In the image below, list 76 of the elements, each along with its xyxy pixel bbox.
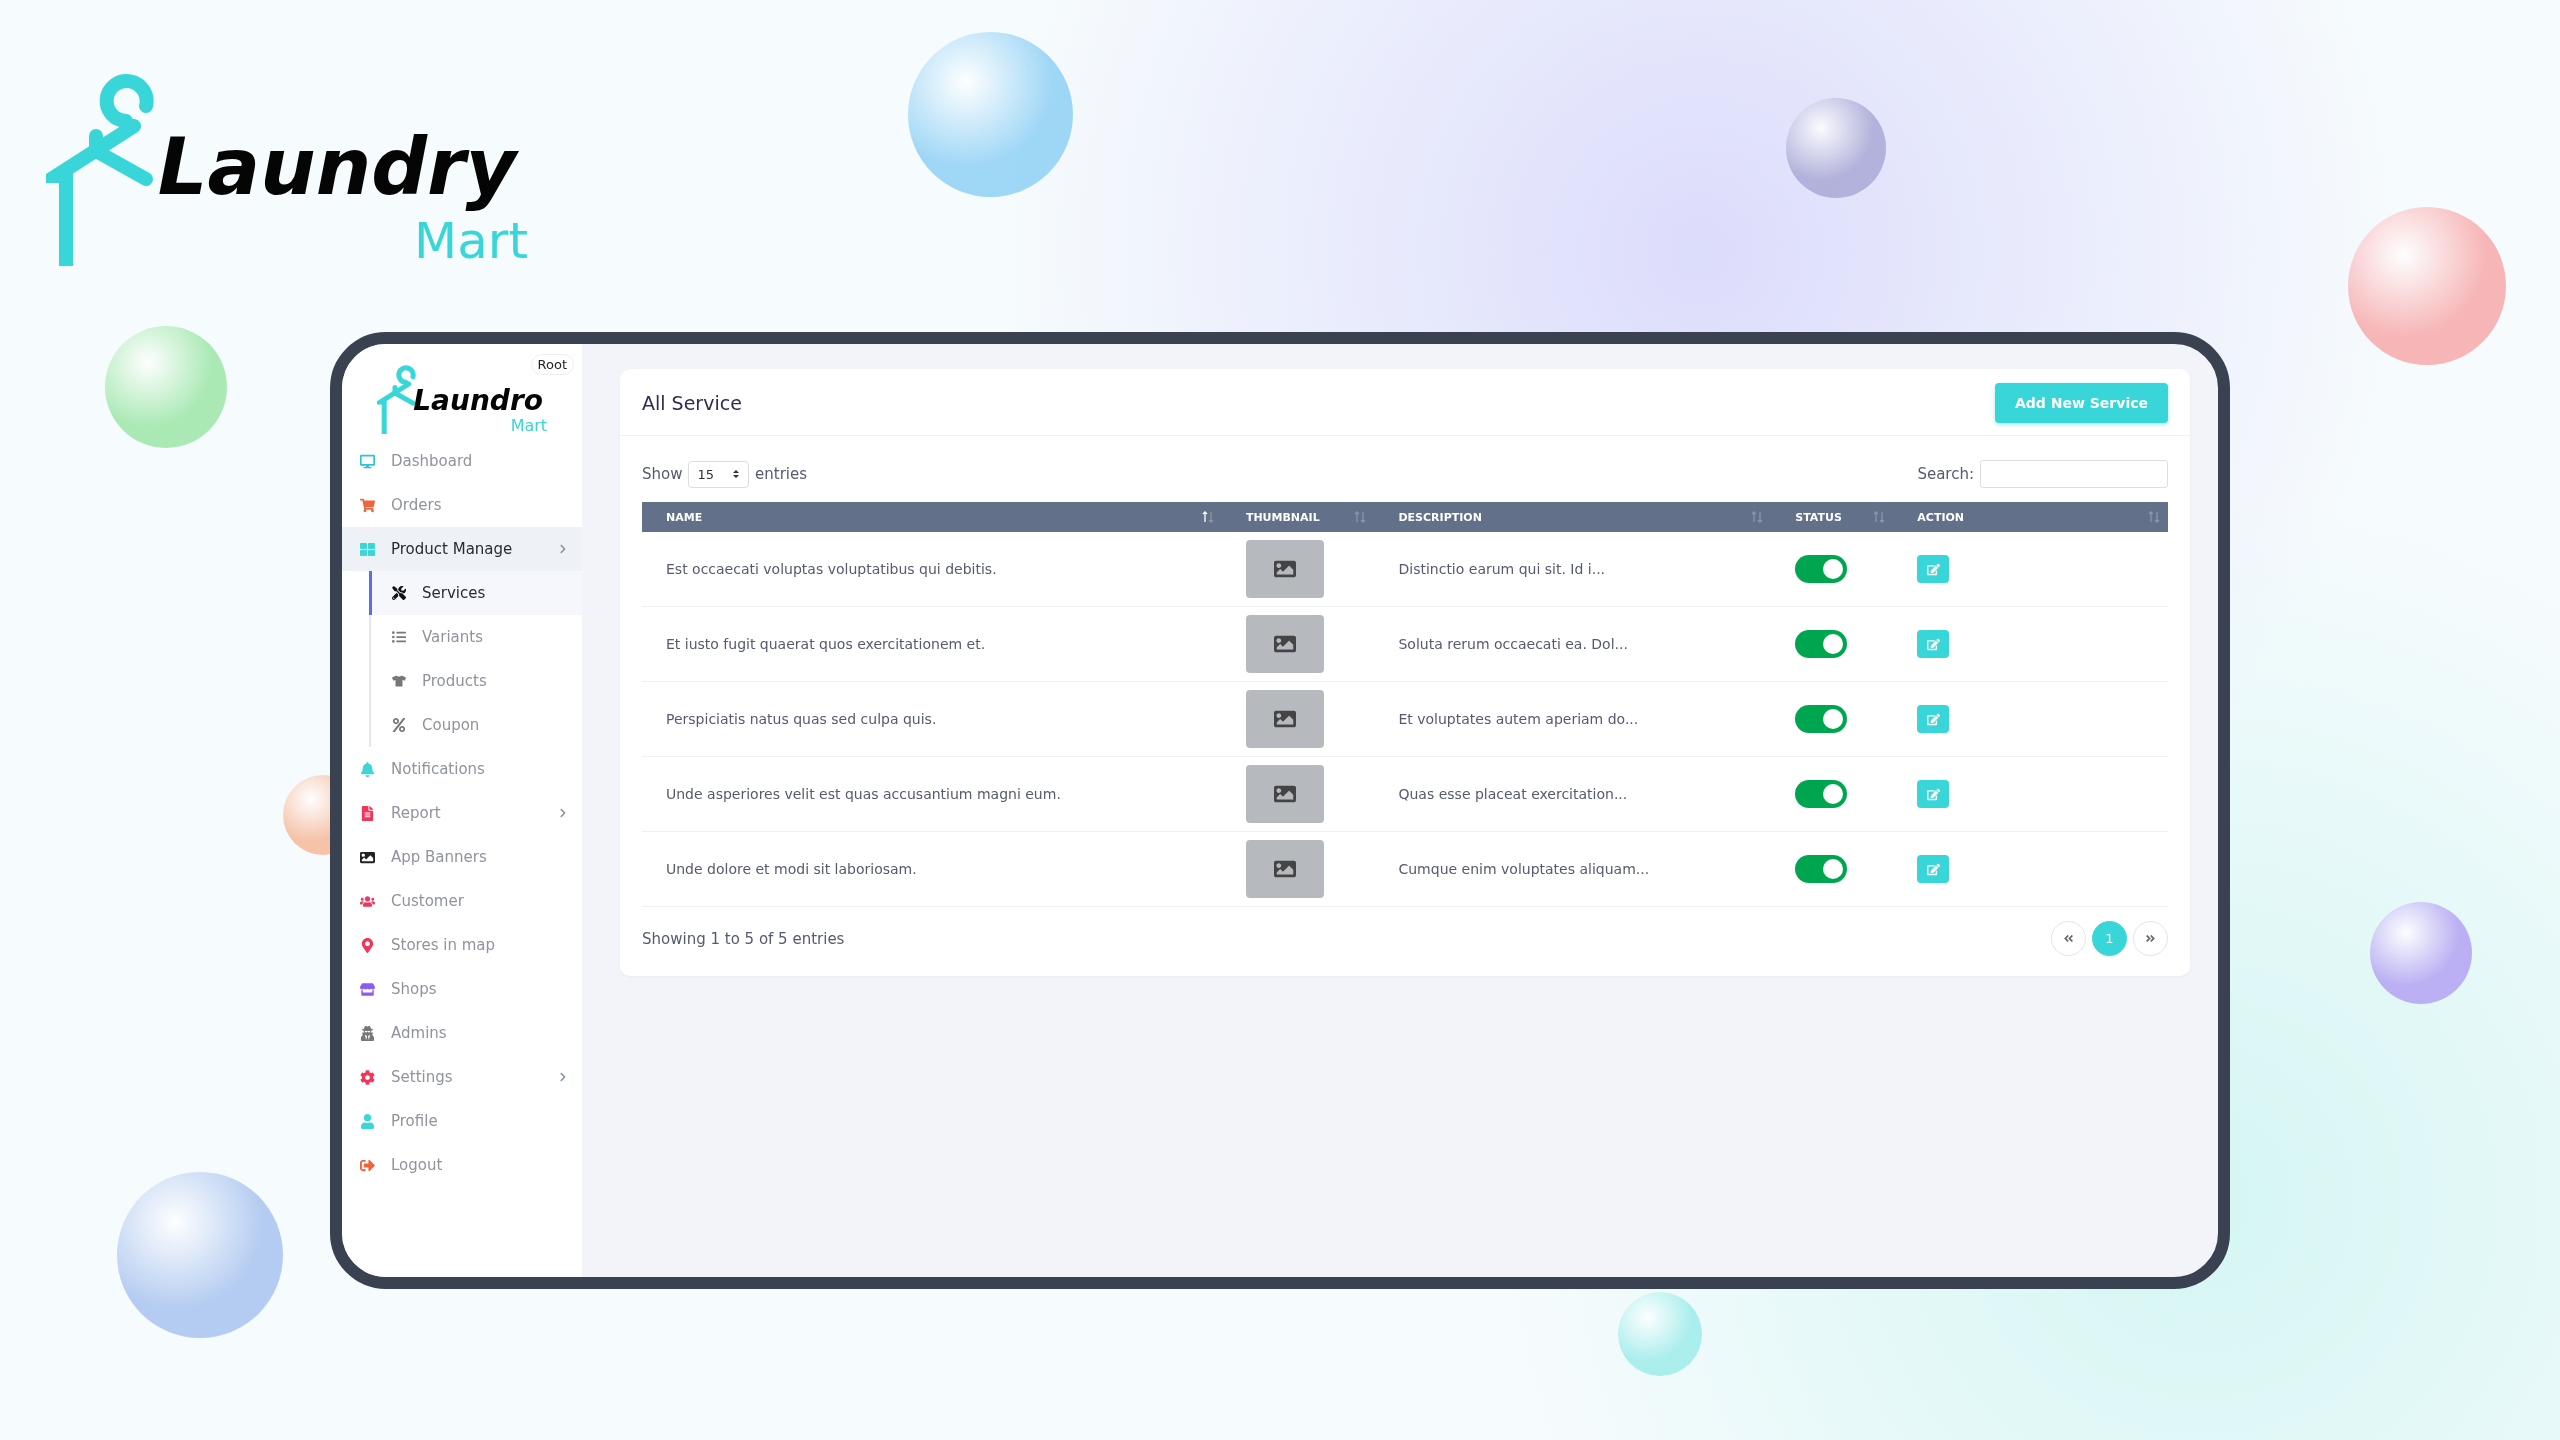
submenu-item[interactable]: Services bbox=[369, 571, 582, 615]
sidebar-item[interactable]: Stores in map bbox=[342, 923, 582, 967]
image-icon bbox=[1273, 558, 1296, 580]
sort-icon[interactable] bbox=[1201, 511, 1214, 523]
image-icon bbox=[1273, 783, 1296, 805]
edit-icon bbox=[1926, 637, 1940, 651]
search-field[interactable] bbox=[1980, 460, 2168, 488]
edit-icon bbox=[1926, 712, 1940, 726]
sidebar-item[interactable]: Logout bbox=[342, 1143, 582, 1187]
edit-button[interactable] bbox=[1917, 780, 1950, 808]
column-header[interactable]: STATUS bbox=[1771, 502, 1894, 532]
column-header[interactable]: ACTION bbox=[1893, 502, 2168, 532]
page-button[interactable]: 1 bbox=[2092, 921, 2127, 956]
image-icon bbox=[1273, 858, 1296, 880]
submenu-item[interactable]: Coupon bbox=[369, 703, 582, 747]
sidebar-item[interactable]: Shops bbox=[342, 967, 582, 1011]
card-title: All Service bbox=[642, 392, 742, 414]
table-cell: Perspiciatis natus quas sed culpa quis. bbox=[642, 681, 1222, 757]
sidebar-item[interactable]: Admins bbox=[342, 1011, 582, 1055]
submenu-item[interactable]: Products bbox=[369, 659, 582, 703]
table-cell: Distinctio earum qui sit. Id i... bbox=[1374, 532, 1772, 607]
logo-subtitle: Mart bbox=[414, 216, 529, 266]
logo-wordmark: Laundro bbox=[412, 383, 544, 418]
logo-wordmark: Laundry bbox=[156, 120, 520, 214]
sidebar-item[interactable]: Customer bbox=[342, 879, 582, 923]
table-cell: Soluta rerum occaecati ea. Dol... bbox=[1374, 606, 1772, 682]
status-toggle[interactable] bbox=[1795, 705, 1848, 733]
sidebar-item[interactable]: Profile bbox=[342, 1099, 582, 1143]
sidebar-item[interactable]: Settings bbox=[342, 1055, 582, 1099]
previous-page-button[interactable] bbox=[2051, 921, 2086, 956]
table-cell: Est occaecati voluptas voluptatibus qui debitis. bbox=[642, 532, 1222, 607]
image-icon bbox=[1273, 708, 1296, 730]
column-header[interactable]: THUMBNAIL bbox=[1221, 502, 1375, 532]
submenu-item[interactable]: Variants bbox=[369, 615, 582, 659]
add-service-button[interactable]: Add New Service bbox=[1995, 383, 2168, 423]
edit-button[interactable] bbox=[1917, 630, 1950, 658]
status-toggle[interactable] bbox=[1795, 555, 1848, 583]
column-header[interactable]: NAME bbox=[642, 502, 1222, 532]
table-cell: Et iusto fugit quaerat quos exercitationem et. bbox=[642, 606, 1222, 682]
table-cell: Et voluptates autem aperiam do... bbox=[1374, 681, 1772, 757]
sidebar-item[interactable]: Report bbox=[342, 791, 582, 835]
image-icon bbox=[1273, 633, 1296, 655]
table-cell: Unde asperiores velit est quas accusantium magni eum. bbox=[642, 756, 1222, 832]
search-label: Search: bbox=[1917, 465, 1974, 483]
status-toggle[interactable] bbox=[1795, 630, 1848, 658]
list-icon bbox=[392, 630, 406, 644]
edit-icon bbox=[1926, 787, 1940, 801]
entries-label: entries bbox=[755, 465, 808, 483]
sidebar-item[interactable]: Dashboard bbox=[342, 439, 582, 483]
sidebar-item[interactable]: Notifications bbox=[342, 747, 582, 791]
edit-button[interactable] bbox=[1917, 555, 1950, 583]
show-label: Show bbox=[642, 465, 683, 483]
logo-subtitle: Mart bbox=[510, 418, 548, 434]
page-size-select[interactable]: 15 bbox=[688, 460, 750, 488]
percent-icon bbox=[392, 718, 406, 732]
status-toggle[interactable] bbox=[1795, 780, 1848, 808]
double-right-icon bbox=[2145, 933, 2156, 944]
next-page-button[interactable] bbox=[2133, 921, 2168, 956]
table-cell: Unde dolore et modi sit laboriosam. bbox=[642, 831, 1222, 907]
sidebar-item[interactable]: Orders bbox=[342, 483, 582, 527]
edit-icon bbox=[1926, 862, 1940, 876]
role-badge: Root bbox=[530, 354, 574, 375]
double-left-icon bbox=[2063, 933, 2074, 944]
column-header[interactable]: DESCRIPTION bbox=[1374, 502, 1772, 532]
edit-button[interactable] bbox=[1917, 855, 1950, 883]
status-toggle[interactable] bbox=[1795, 855, 1848, 883]
caret-icon bbox=[732, 469, 741, 479]
tools-icon bbox=[392, 586, 406, 600]
edit-button[interactable] bbox=[1917, 705, 1950, 733]
table-cell: Quas esse placeat exercitation... bbox=[1374, 756, 1772, 832]
shirt-icon bbox=[392, 674, 406, 688]
table-cell: Cumque enim voluptates aliquam... bbox=[1374, 831, 1772, 907]
entries-info: Showing 1 to 5 of 5 entries bbox=[642, 929, 845, 948]
sidebar-item[interactable]: Product Manage bbox=[342, 527, 582, 571]
edit-icon bbox=[1926, 562, 1940, 576]
sidebar-item[interactable]: App Banners bbox=[342, 835, 582, 879]
